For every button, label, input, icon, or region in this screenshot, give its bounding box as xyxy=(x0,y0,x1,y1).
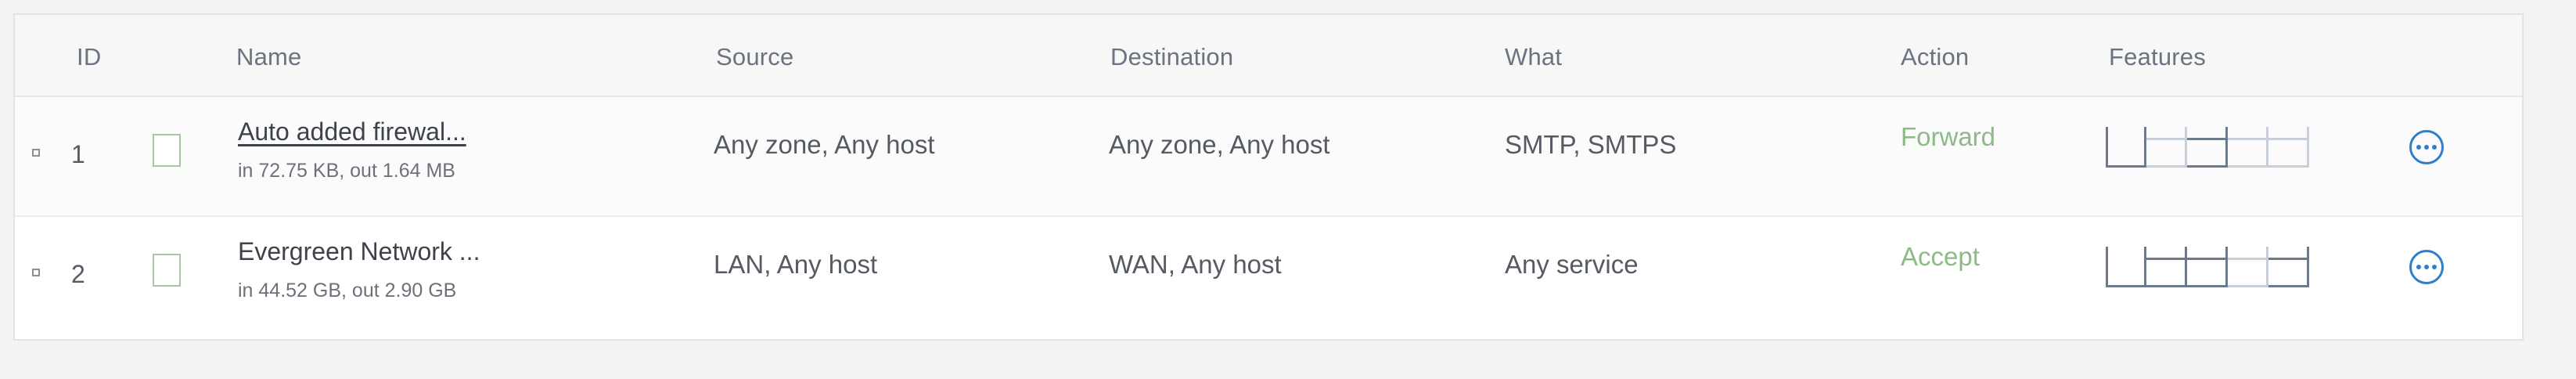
feature-indicator-icon xyxy=(2228,247,2268,287)
feature-indicator-icon xyxy=(2146,127,2187,168)
rule-traffic: in 72.75 KB, out 1.64 MB xyxy=(238,160,455,182)
header-destination[interactable]: Destination xyxy=(1110,43,1233,71)
rule-source: LAN, Any host xyxy=(714,250,878,279)
header-id[interactable]: ID xyxy=(77,43,101,71)
rule-id: 1 xyxy=(71,140,85,168)
drag-handle-icon[interactable] xyxy=(32,149,40,157)
feature-indicator-icon xyxy=(2268,247,2309,287)
rule-destination: Any zone, Any host xyxy=(1109,130,1330,159)
checkbox-icon[interactable] xyxy=(153,134,181,167)
checkbox-icon[interactable] xyxy=(153,254,181,287)
feature-indicator-icon xyxy=(2187,247,2228,287)
header-action[interactable]: Action xyxy=(1901,43,1969,71)
header-features[interactable]: Features xyxy=(2109,43,2206,71)
feature-indicator-icon xyxy=(2106,247,2146,287)
more-options-icon[interactable] xyxy=(2409,130,2444,164)
feature-indicator-icon xyxy=(2228,127,2268,168)
header-source[interactable]: Source xyxy=(716,43,793,71)
feature-indicators xyxy=(2106,247,2309,287)
rule-what: Any service xyxy=(1505,250,1639,279)
feature-indicator-icon xyxy=(2106,127,2146,168)
header-what[interactable]: What xyxy=(1505,43,1562,71)
table-row[interactable]: 2 Evergreen Network ... in 44.52 GB, out… xyxy=(15,217,2522,337)
rule-name-link[interactable]: Evergreen Network ... xyxy=(238,237,480,266)
feature-indicator-icon xyxy=(2268,127,2309,168)
table-row[interactable]: 1 Auto added firewal... in 72.75 KB, out… xyxy=(15,97,2522,217)
rule-source: Any zone, Any host xyxy=(714,130,935,159)
rule-what: SMTP, SMTPS xyxy=(1505,130,1677,159)
feature-indicators xyxy=(2106,127,2309,168)
rule-id: 2 xyxy=(71,260,85,288)
rule-action: Forward xyxy=(1901,122,1996,151)
firewall-rules-table: ID Name Source Destination What Action F… xyxy=(13,13,2524,341)
more-options-icon[interactable] xyxy=(2409,250,2444,284)
rule-destination: WAN, Any host xyxy=(1109,250,1282,279)
drag-handle-icon[interactable] xyxy=(32,269,40,276)
table-header: ID Name Source Destination What Action F… xyxy=(15,15,2522,97)
feature-indicator-icon xyxy=(2187,127,2228,168)
header-name[interactable]: Name xyxy=(236,43,302,71)
rule-action: Accept xyxy=(1901,242,1980,271)
rule-name-link[interactable]: Auto added firewal... xyxy=(238,117,466,146)
feature-indicator-icon xyxy=(2146,247,2187,287)
rule-traffic: in 44.52 GB, out 2.90 GB xyxy=(238,280,457,301)
